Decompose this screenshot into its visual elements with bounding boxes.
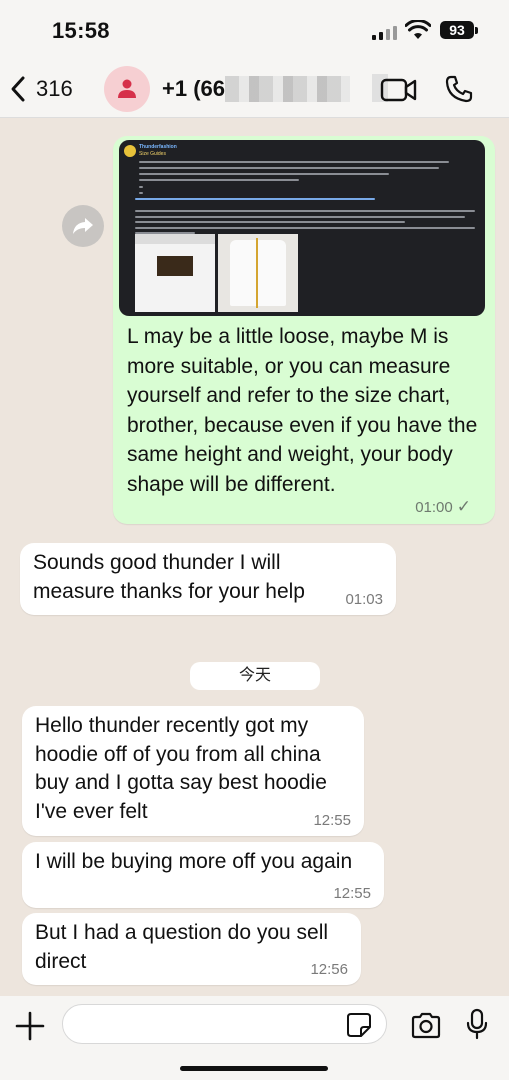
size-guide-image[interactable]: Thunderfashion Size Guides [119,140,485,316]
incoming-message[interactable]: I will be buying more off you again 12:5… [22,842,384,908]
date-divider: 今天 [190,662,320,690]
message-time: 12:55 [313,812,351,829]
home-indicator [180,1066,328,1071]
video-camera-icon[interactable] [380,76,418,104]
status-time: 15:58 [52,18,110,43]
phone-icon[interactable] [444,74,474,104]
message-time: 01:00 [415,498,453,516]
outgoing-message[interactable]: Thunderfashion Size Guides L may be a li… [113,136,495,524]
unread-count: 316 [36,76,73,101]
avatar[interactable] [104,66,150,112]
composer-bar [0,996,509,1080]
redacted-phone [225,76,350,102]
wifi-icon [405,20,431,39]
message-time: 12:55 [333,885,371,902]
message-text: Hello thunder recently got my hoodie off… [35,714,327,823]
image-author: Thunderfashion [139,144,177,150]
tshirt-measure-photo [218,234,298,312]
microphone-icon[interactable] [466,1008,488,1040]
camera-icon[interactable] [410,1011,442,1039]
tshirt-front-photo [135,234,215,312]
person-icon [118,79,136,98]
message-meta: 01:00 ✓ [415,497,471,517]
incoming-message[interactable]: But I had a question do you sell direct … [22,913,361,985]
chat-header: 316 +1 (66 [0,60,509,118]
forward-button[interactable] [62,205,104,247]
sent-check-icon: ✓ [456,497,471,516]
image-title: Size Guides [139,151,166,157]
battery-indicator: 93 [440,21,474,39]
plus-icon[interactable] [14,1010,46,1042]
message-time: 12:56 [310,961,348,978]
battery-tip [475,27,478,34]
message-text: L may be a little loose, maybe M is more… [127,325,478,496]
chevron-left-icon [11,76,25,102]
contact-name[interactable]: +1 (66 [162,76,225,102]
message-text: Sounds good thunder I will measure thank… [33,551,305,603]
message-text: But I had a question do you sell direct [35,921,329,973]
forward-icon [73,218,93,234]
brand-logo [124,145,136,157]
message-text: I will be buying more off you again [35,850,353,873]
back-button[interactable]: 316 [8,72,73,106]
message-time: 01:03 [345,591,383,608]
status-bar: 15:58 93 [0,0,509,60]
message-input[interactable] [62,1004,387,1044]
sticker-icon[interactable] [346,1012,372,1038]
signal-icon [372,26,398,40]
incoming-message[interactable]: Hello thunder recently got my hoodie off… [22,706,364,836]
incoming-message[interactable]: Sounds good thunder I will measure thank… [20,543,396,615]
